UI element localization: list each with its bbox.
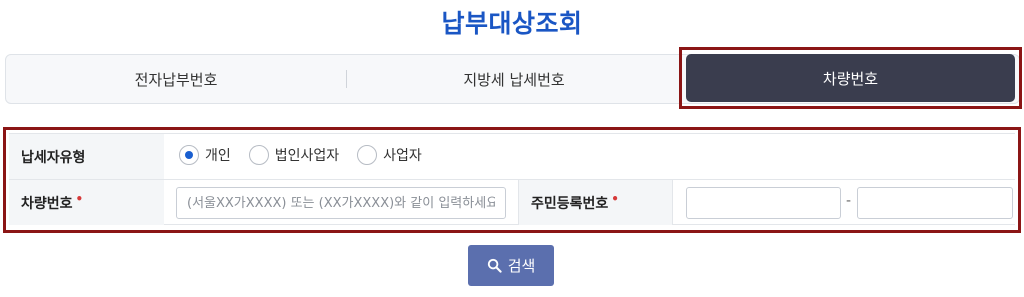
tab-car-number[interactable]: 차량번호 bbox=[686, 54, 1015, 102]
taxpayer-type-radio-group: 개인 법인사업자 사업자 bbox=[179, 145, 440, 165]
required-mark: • bbox=[75, 191, 84, 206]
search-button-label: 검색 bbox=[507, 257, 536, 275]
search-form: 납세자유형 개인 법인사업자 사업자 차량번호• 주민등록번호• - bbox=[3, 127, 1021, 233]
radio-individual-label: 개인 bbox=[205, 148, 231, 164]
car-number-label: 차량번호 • bbox=[9, 180, 164, 225]
active-tab-highlight: 차량번호 bbox=[679, 47, 1022, 109]
radio-business-circle[interactable] bbox=[357, 145, 378, 165]
page-title: 납부대상조회 bbox=[441, 9, 583, 38]
radio-individual[interactable]: 개인 bbox=[179, 145, 231, 165]
resident-number-back-input[interactable] bbox=[857, 187, 1013, 219]
search-icon bbox=[487, 258, 502, 273]
required-mark: • bbox=[611, 191, 619, 206]
tab-local-tax-number[interactable]: 지방세 납세번호 bbox=[346, 55, 682, 103]
radio-corporate-business[interactable]: 법인사업자 bbox=[248, 145, 340, 165]
taxpayer-type-label-text: 납세자유형 bbox=[21, 149, 86, 166]
tab-electronic-payment-number[interactable]: 전자납부번호 bbox=[6, 55, 346, 103]
search-button[interactable]: 검색 bbox=[468, 245, 554, 286]
form-row-taxpayer-type: 납세자유형 개인 법인사업자 사업자 bbox=[9, 133, 1015, 179]
radio-corporate-business-circle[interactable] bbox=[248, 145, 269, 165]
resident-number-front-input[interactable] bbox=[686, 187, 841, 219]
resident-number-label: 주민등록번호 • bbox=[518, 180, 673, 225]
car-number-label-text: 차량번호 bbox=[21, 195, 73, 212]
taxpayer-type-label: 납세자유형 bbox=[9, 134, 164, 179]
resident-number-label-text: 주민등록번호 bbox=[531, 195, 609, 212]
radio-individual-circle[interactable] bbox=[179, 145, 199, 165]
radio-business[interactable]: 사업자 bbox=[357, 145, 422, 165]
form-row-car-and-resident: 차량번호• 주민등록번호• - bbox=[9, 179, 1015, 225]
radio-corporate-business-label: 법인사업자 bbox=[274, 148, 340, 164]
radio-business-label: 사업자 bbox=[383, 148, 422, 164]
car-number-input[interactable] bbox=[176, 187, 506, 219]
resident-number-separator: - bbox=[846, 193, 852, 209]
